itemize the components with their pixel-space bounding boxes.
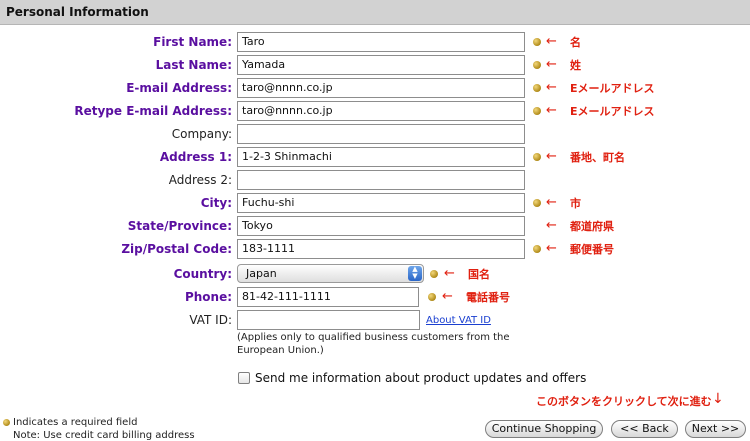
- next-button[interactable]: Next >>: [685, 420, 746, 438]
- vat-input[interactable]: [237, 310, 420, 330]
- red-arrow-icon: ←: [546, 103, 557, 118]
- red-down-arrow-icon: ↓: [712, 391, 724, 407]
- email-input[interactable]: taro@nnnn.co.jp: [237, 78, 525, 98]
- country-label: Country:: [173, 267, 232, 281]
- first-name-annotation: 名: [570, 36, 581, 49]
- first-name-input[interactable]: Taro: [237, 32, 525, 52]
- first-name-label: First Name:: [153, 35, 232, 49]
- select-arrows-icon: ▲ ▼: [408, 266, 422, 281]
- city-label: City:: [200, 196, 232, 210]
- last-name-label: Last Name:: [155, 58, 232, 72]
- address2-row: Address 2:: [0, 170, 750, 192]
- phone-input[interactable]: 81-42-111-1111: [237, 287, 419, 307]
- country-row: Country: Japan ▲ ▼ ← 国名: [0, 264, 750, 286]
- zip-row: Zip/Postal Code: 183-1111 ← 郵便番号: [0, 239, 750, 261]
- red-arrow-icon: ←: [442, 289, 453, 304]
- city-annotation: 市: [570, 197, 581, 210]
- continue-shopping-button[interactable]: Continue Shopping: [485, 420, 603, 438]
- red-arrow-icon: ←: [546, 241, 557, 256]
- required-indicator-icon: [533, 61, 541, 69]
- red-arrow-icon: ←: [444, 266, 455, 281]
- last-name-annotation: 姓: [570, 59, 581, 72]
- last-name-input[interactable]: Yamada: [237, 55, 525, 75]
- country-annotation: 国名: [468, 268, 490, 281]
- retype-email-input[interactable]: taro@nnnn.co.jp: [237, 101, 525, 121]
- first-name-row: First Name: Taro ← 名: [0, 32, 750, 54]
- city-row: City: Fuchu-shi ← 市: [0, 193, 750, 215]
- red-arrow-icon: ←: [546, 34, 557, 49]
- zip-input[interactable]: 183-1111: [237, 239, 525, 259]
- about-vat-link[interactable]: About VAT ID: [426, 315, 491, 326]
- required-legend: Indicates a required field: [13, 417, 138, 428]
- newsletter-label: Send me information about product update…: [255, 371, 587, 385]
- company-row: Company:: [0, 124, 750, 146]
- company-label: Company:: [171, 127, 232, 141]
- address2-label: Address 2:: [168, 173, 232, 187]
- email-label: E-mail Address:: [126, 81, 232, 95]
- retype-email-row: Retype E-mail Address: taro@nnnn.co.jp ←…: [0, 101, 750, 123]
- email-annotation: Eメールアドレス: [570, 82, 655, 95]
- required-indicator-icon: [533, 107, 541, 115]
- address1-input[interactable]: 1-2-3 Shinmachi: [237, 147, 525, 167]
- company-input[interactable]: [237, 124, 525, 144]
- section-title: Personal Information: [6, 5, 149, 19]
- zip-label: Zip/Postal Code:: [121, 242, 232, 256]
- required-indicator-icon: [428, 293, 436, 301]
- instruction-annotation: このボタンをクリックして次に進む: [536, 395, 712, 408]
- phone-row: Phone: 81-42-111-1111 ← 電話番号: [0, 287, 750, 309]
- required-indicator-icon: [430, 270, 438, 278]
- phone-label: Phone:: [184, 290, 232, 304]
- email-row: E-mail Address: taro@nnnn.co.jp ← Eメールアド…: [0, 78, 750, 100]
- back-button[interactable]: << Back: [611, 420, 678, 438]
- section-header: Personal Information: [0, 0, 750, 25]
- state-label: State/Province:: [127, 219, 232, 233]
- vat-row: VAT ID: About VAT ID: [0, 310, 750, 332]
- required-indicator-icon: [533, 245, 541, 253]
- red-arrow-icon: ←: [546, 57, 557, 72]
- required-indicator-icon: [533, 38, 541, 46]
- required-indicator-icon: [533, 153, 541, 161]
- vat-help-text: (Applies only to qualified business cust…: [237, 332, 510, 356]
- retype-email-annotation: Eメールアドレス: [570, 105, 655, 118]
- zip-annotation: 郵便番号: [570, 243, 614, 256]
- red-arrow-icon: ←: [546, 149, 557, 164]
- retype-email-label: Retype E-mail Address:: [74, 104, 232, 118]
- billing-note: Note: Use credit card billing address: [13, 430, 195, 441]
- country-select[interactable]: Japan ▲ ▼: [237, 264, 424, 283]
- country-select-value: Japan: [246, 267, 277, 280]
- city-input[interactable]: Fuchu-shi: [237, 193, 525, 213]
- state-input[interactable]: Tokyo: [237, 216, 525, 236]
- newsletter-checkbox[interactable]: [238, 372, 250, 384]
- address1-annotation: 番地、町名: [570, 151, 625, 164]
- address1-label: Address 1:: [159, 150, 232, 164]
- required-indicator-icon: [533, 84, 541, 92]
- phone-annotation: 電話番号: [466, 291, 510, 304]
- red-arrow-icon: ←: [546, 80, 557, 95]
- red-arrow-icon: ←: [546, 195, 557, 210]
- state-annotation: 都道府県: [570, 220, 614, 233]
- last-name-row: Last Name: Yamada ← 姓: [0, 55, 750, 77]
- red-arrow-icon: ←: [546, 218, 557, 233]
- required-indicator-icon: [3, 419, 10, 426]
- vat-label: VAT ID:: [189, 313, 232, 327]
- address1-row: Address 1: 1-2-3 Shinmachi ← 番地、町名: [0, 147, 750, 169]
- required-indicator-icon: [533, 199, 541, 207]
- state-row: State/Province: Tokyo ← 都道府県: [0, 216, 750, 238]
- address2-input[interactable]: [237, 170, 525, 190]
